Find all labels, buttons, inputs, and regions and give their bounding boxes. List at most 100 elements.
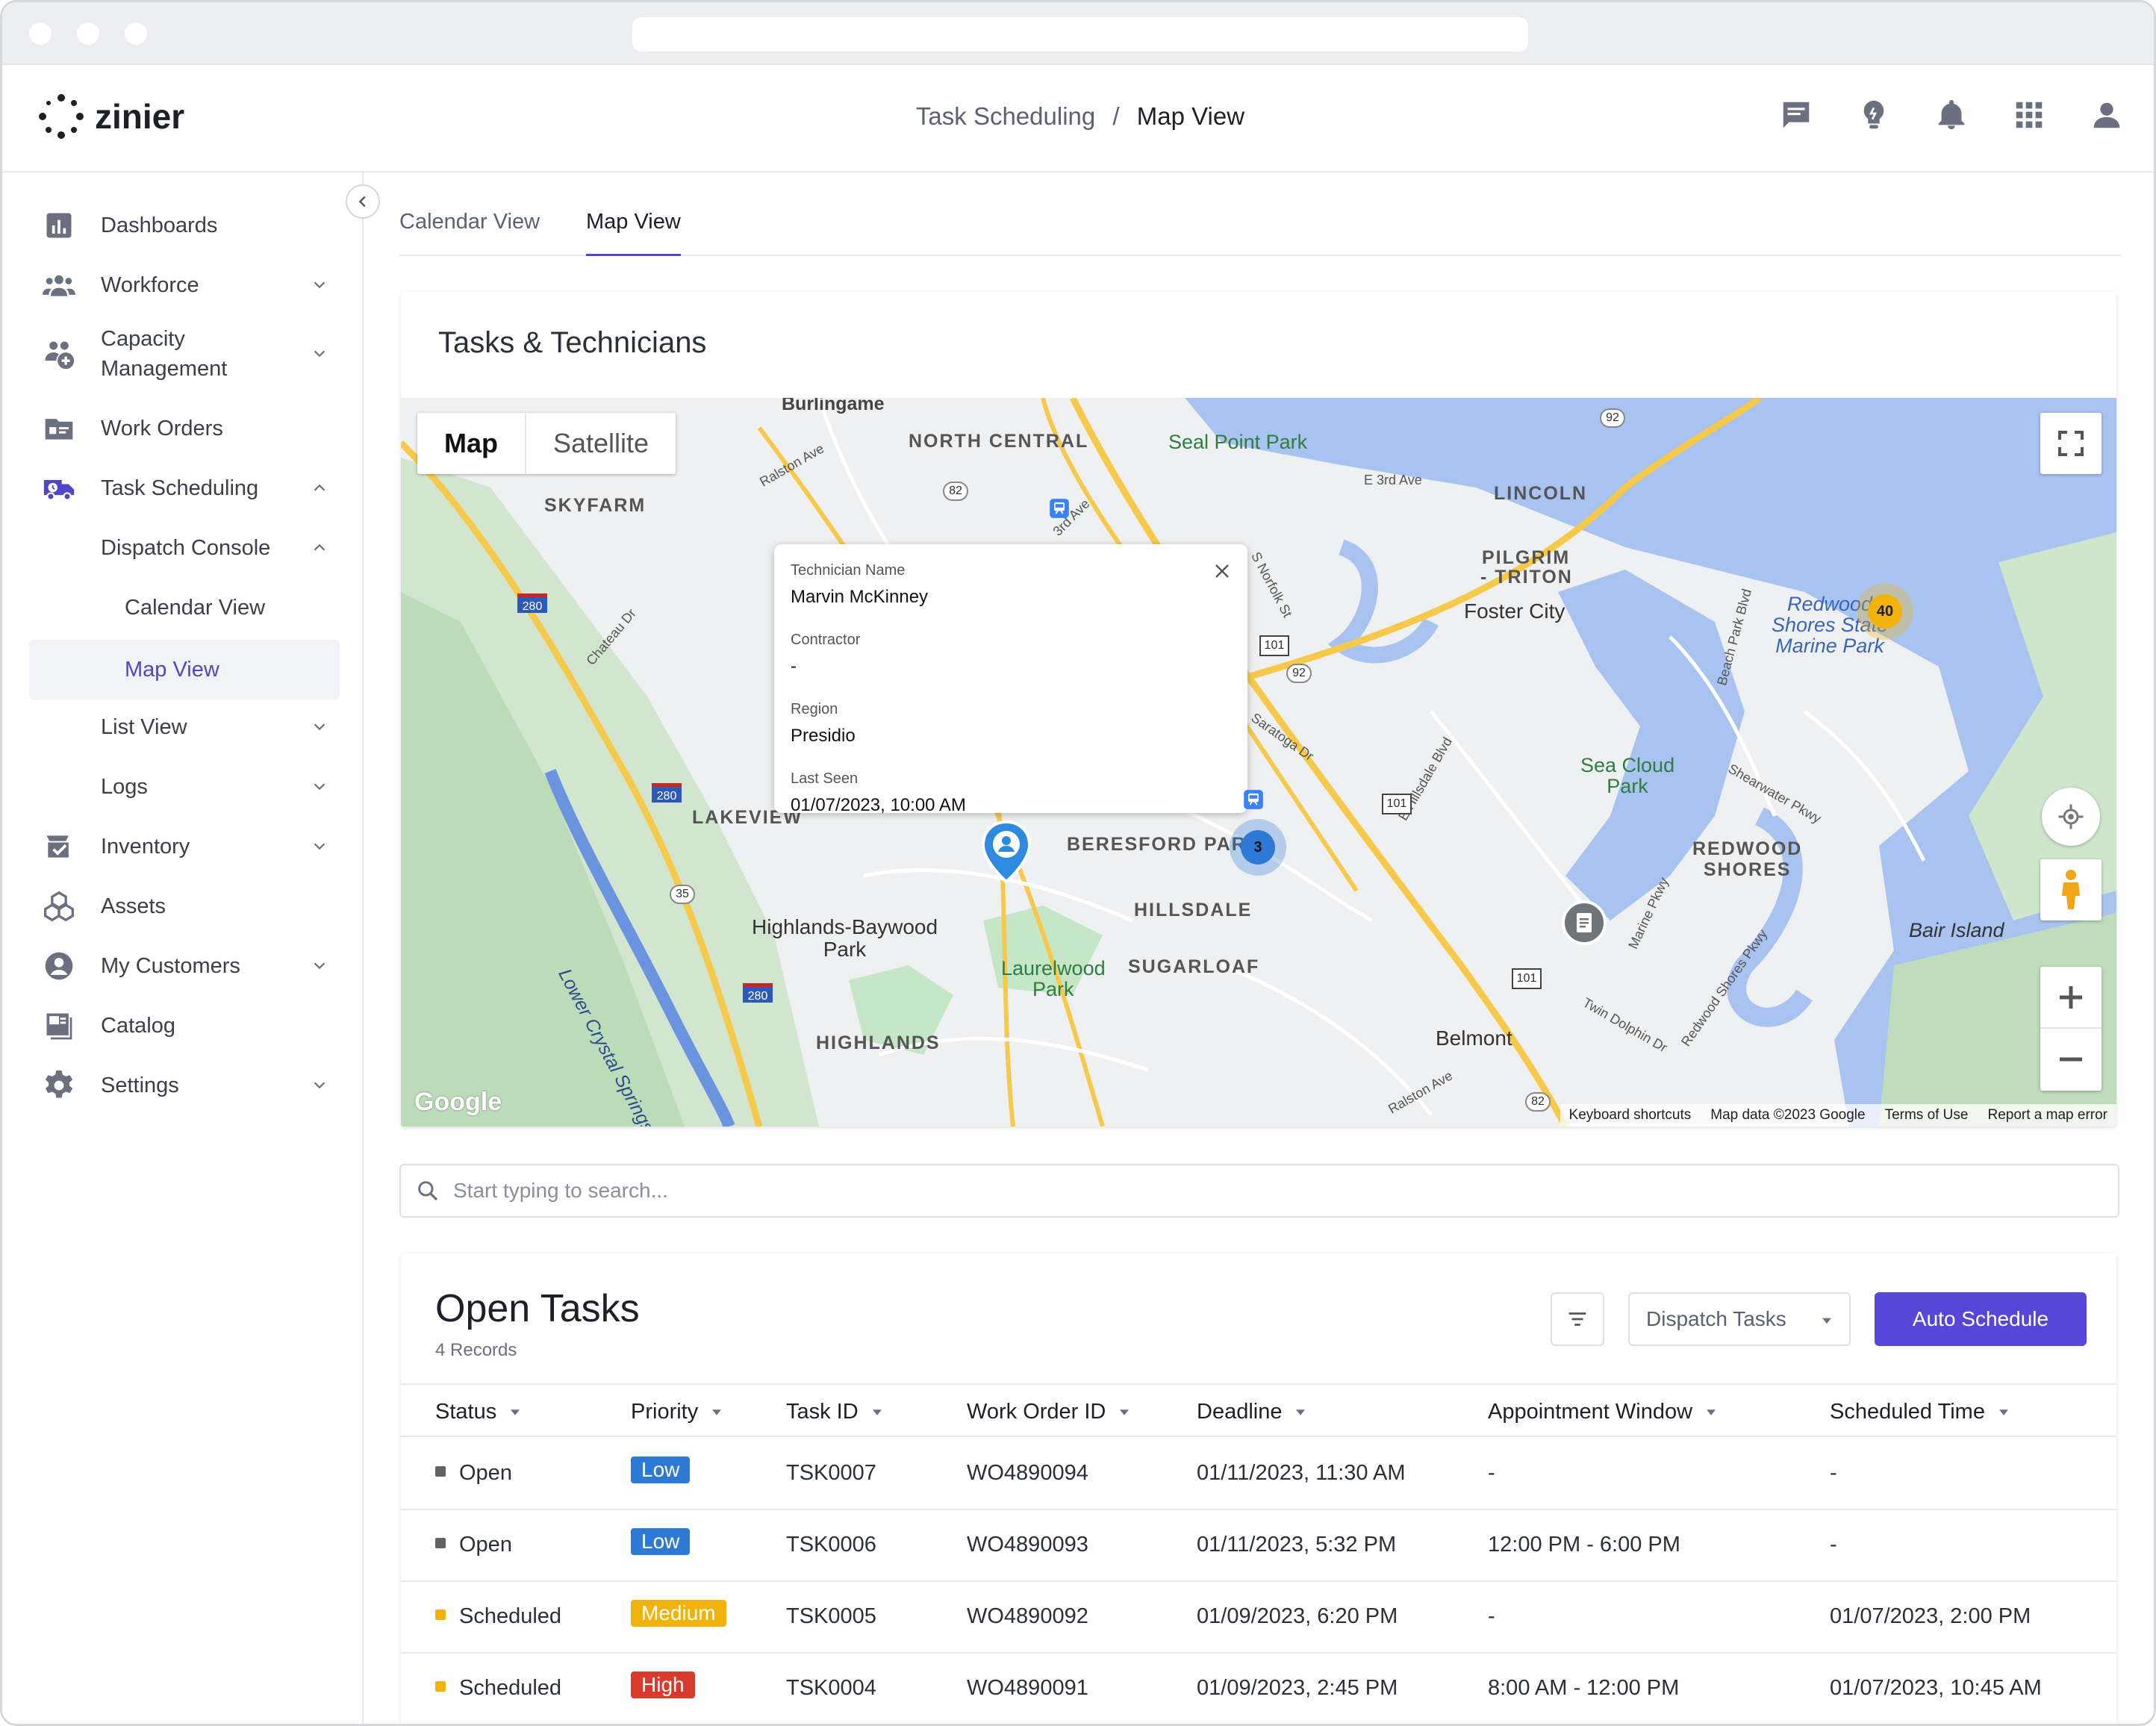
map-label-skyfarm: SKYFARM <box>544 495 647 516</box>
scheduled-time-cell: 01/07/2023, 10:45 AM <box>1830 1676 2042 1700</box>
terms-of-use-link[interactable]: Terms of Use <box>1885 1107 1969 1124</box>
column-label: Status <box>435 1400 497 1424</box>
chat-icon[interactable] <box>1779 98 1813 132</box>
window-minimize-dot[interactable] <box>77 22 99 45</box>
map-label-sea-cloud-line2: Park <box>1607 775 1648 797</box>
column-header-scheduled-time[interactable]: Scheduled Time <box>1830 1400 2010 1424</box>
status-text: Open <box>459 1461 512 1485</box>
sort-caret-icon <box>511 1409 520 1415</box>
work-order-id-cell: WO4890094 <box>967 1461 1088 1485</box>
status-text: Scheduled <box>459 1604 562 1628</box>
sidebar-item-logs[interactable]: Logs <box>29 761 340 813</box>
column-header-status[interactable]: Status <box>435 1400 522 1424</box>
deadline-cell: 01/09/2023, 2:45 PM <box>1197 1676 1398 1700</box>
column-header-priority[interactable]: Priority <box>631 1400 723 1424</box>
sort-caret-icon <box>1998 1409 2008 1415</box>
keyboard-shortcuts-link[interactable]: Keyboard shortcuts <box>1569 1107 1692 1124</box>
tab-calendar-view[interactable]: Calendar View <box>399 210 540 256</box>
tab-map-view[interactable]: Map View <box>586 210 681 256</box>
sidebar-item-task-scheduling[interactable]: Task Scheduling <box>29 462 340 514</box>
appointment-window-cell: - <box>1488 1461 1495 1485</box>
browser-window: zinier Task Scheduling / Map View Dashbo… <box>0 0 2156 1726</box>
sidebar-item-label: Assets <box>101 894 166 918</box>
sidebar-item-calendar-view[interactable]: Calendar View <box>29 582 340 634</box>
sidebar-item-map-view[interactable]: Map View <box>29 640 340 700</box>
train-station-icon[interactable] <box>1049 498 1070 519</box>
map-label-highlands: HIGHLANDS <box>816 1032 941 1053</box>
column-header-deadline[interactable]: Deadline <box>1197 1400 1307 1424</box>
status-cell: Scheduled <box>435 1676 561 1701</box>
chevron-up-icon <box>314 484 325 491</box>
sidebar-item-settings[interactable]: Settings <box>29 1059 340 1112</box>
my-location-button[interactable] <box>2042 788 2100 846</box>
map-canvas <box>401 398 2116 1127</box>
popup-technician-value: Marvin McKinney <box>791 587 929 607</box>
sidebar-collapse-button[interactable] <box>346 184 380 219</box>
sidebar-item-my-customers[interactable]: My Customers <box>29 940 340 992</box>
sidebar-item-catalog[interactable]: Catalog <box>29 1000 340 1052</box>
breadcrumb-parent[interactable]: Task Scheduling <box>916 102 1095 130</box>
table-row[interactable]: Open Low TSK0006 WO4890093 01/11/2023, 5… <box>401 1510 2116 1582</box>
scheduled-time-cell: - <box>1830 1533 1837 1557</box>
column-header-task-id[interactable]: Task ID <box>786 1400 884 1424</box>
sidebar-item-work-orders[interactable]: Work Orders <box>29 402 340 455</box>
zoom-out-button[interactable] <box>2040 1029 2102 1090</box>
table-row[interactable]: Scheduled Medium TSK0005 WO4890092 01/09… <box>401 1582 2116 1654</box>
sort-caret-icon <box>712 1409 722 1415</box>
capacity-icon <box>45 341 75 370</box>
user-icon[interactable] <box>2090 98 2124 132</box>
sidebar-item-workforce[interactable]: Workforce <box>29 259 340 311</box>
priority-cell: Low <box>631 1456 691 1483</box>
sidebar-item-label: Logs <box>101 774 148 799</box>
sidebar-item-label-line2: Management <box>101 357 228 381</box>
apps-grid-icon[interactable] <box>2012 98 2046 132</box>
column-header-appointment-window[interactable]: Appointment Window <box>1488 1400 1718 1424</box>
dispatch-tasks-select[interactable]: Dispatch Tasks <box>1628 1292 1851 1346</box>
table-row[interactable]: Scheduled High TSK0004 WO4890091 01/09/2… <box>401 1654 2116 1724</box>
task-cluster-marker[interactable]: 40 <box>1857 583 1913 640</box>
sidebar-item-dashboards[interactable]: Dashboards <box>29 199 340 252</box>
status-dot <box>435 1466 446 1477</box>
us-route-shield: 101 <box>1512 968 1542 989</box>
sidebar-item-label-line1: Capacity <box>101 327 185 351</box>
breadcrumb-separator: / <box>1112 102 1120 130</box>
task-pin-icon[interactable] <box>1561 900 1607 946</box>
task-search-bar <box>399 1164 2119 1218</box>
status-text: Open <box>459 1533 512 1557</box>
zoom-in-button[interactable] <box>2040 968 2102 1029</box>
sidebar-item-list-view[interactable]: List View <box>29 701 340 753</box>
sidebar-item-assets[interactable]: Assets <box>29 880 340 932</box>
window-maximize-dot[interactable] <box>125 22 147 45</box>
deadline-cell: 01/11/2023, 5:32 PM <box>1197 1533 1397 1557</box>
report-map-error-link[interactable]: Report a map error <box>1987 1107 2107 1124</box>
auto-schedule-button[interactable]: Auto Schedule <box>1875 1292 2087 1346</box>
column-header-work-order-id[interactable]: Work Order ID <box>967 1400 1131 1424</box>
sidebar-item-dispatch-console[interactable]: Dispatch Console <box>29 522 340 574</box>
pegman-icon <box>2062 870 2080 909</box>
map-data-credit: Map data ©2023 Google <box>1710 1107 1866 1123</box>
technician-cluster-marker[interactable]: 3 <box>1230 819 1286 876</box>
window-close-dot[interactable] <box>29 22 52 45</box>
close-icon[interactable] <box>1213 562 1231 580</box>
zoom-controls <box>2040 967 2102 1091</box>
technician-pin-icon[interactable] <box>980 820 1032 883</box>
popup-technician-label: Technician Name <box>791 562 906 579</box>
map[interactable]: Burlingame NORTH CENTRAL Seal Point Park… <box>401 398 2116 1127</box>
map-type-satellite-button[interactable]: Satellite <box>526 413 676 474</box>
lightbulb-icon[interactable] <box>1857 98 1891 132</box>
records-count: 4 Records <box>435 1340 517 1360</box>
train-station-icon[interactable] <box>1243 789 1264 810</box>
sidebar-item-inventory[interactable]: Inventory <box>29 820 340 873</box>
search-input[interactable] <box>453 1179 2021 1203</box>
sidebar-item-capacity-management[interactable]: Capacity Management <box>29 322 340 386</box>
fullscreen-button[interactable] <box>2040 413 2102 474</box>
table-row[interactable]: Open Low TSK0007 WO4890094 01/11/2023, 1… <box>401 1439 2116 1510</box>
bell-icon[interactable] <box>1934 98 1969 132</box>
filter-button[interactable] <box>1551 1292 1604 1346</box>
sidebar-item-label: Workforce <box>101 272 199 297</box>
map-attribution: Keyboard shortcuts Map data ©2023 Google… <box>1560 1104 2116 1127</box>
map-type-map-button[interactable]: Map <box>417 413 526 474</box>
address-bar[interactable] <box>632 17 1528 52</box>
street-view-button[interactable] <box>2040 859 2102 920</box>
header-actions <box>1779 98 2124 132</box>
